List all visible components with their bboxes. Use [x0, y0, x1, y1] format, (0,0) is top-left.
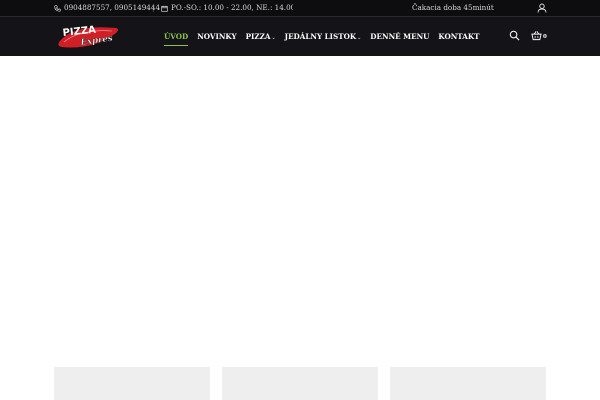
- opening-hours-text: PO.-SO.: 10.00 - 22.00, NE.: 14.00 - 22.…: [171, 3, 293, 12]
- top-bar: 0904887557, 0905149444 | PO.-SO.: 10.00 …: [0, 0, 600, 16]
- main-menu: ÚVOD NOVINKY PIZZA⌄ JEDÁLNY LISTOK⌄ DENN…: [164, 17, 488, 56]
- user-icon[interactable]: [537, 3, 547, 13]
- nav-item-label: JEDÁLNY LISTOK: [284, 32, 357, 41]
- nav-item-label: NOVINKY: [197, 32, 237, 41]
- calendar-icon: [161, 5, 168, 12]
- phone-numbers: 0904887557, 0905149444: [64, 3, 161, 12]
- opening-hours: PO.-SO.: 10.00 - 22.00, NE.: 14.00 - 22.…: [161, 0, 293, 16]
- card-placeholder[interactable]: [54, 367, 210, 400]
- nav-item-label: PIZZA: [245, 32, 271, 41]
- card-placeholder[interactable]: [222, 367, 378, 400]
- chevron-down-icon: ⌄: [271, 35, 276, 41]
- basket-icon[interactable]: [531, 30, 542, 41]
- main-navbar: PIZZA Expres ÚVOD NOVINKY PIZZA⌄ JEDÁLNY…: [0, 17, 600, 56]
- nav-item-uvod[interactable]: ÚVOD: [164, 17, 189, 56]
- cart-count-badge: 0: [543, 34, 547, 40]
- wait-time: Čakacia doba 45minút: [412, 3, 494, 12]
- pizza-expres-logo[interactable]: PIZZA Expres: [54, 21, 124, 51]
- phone-icon: [54, 4, 61, 12]
- nav-item-jedalny-listok[interactable]: JEDÁLNY LISTOK⌄: [285, 17, 362, 56]
- topbar-separator: |: [152, 3, 155, 12]
- nav-item-pizza[interactable]: PIZZA⌄: [246, 17, 276, 56]
- phone-info[interactable]: 0904887557, 0905149444: [54, 0, 160, 16]
- chevron-down-icon: ⌄: [357, 35, 362, 41]
- nav-item-label: KONTAKT: [438, 32, 480, 41]
- nav-item-kontakt[interactable]: KONTAKT: [438, 17, 479, 56]
- nav-item-label: ÚVOD: [164, 32, 189, 41]
- card-placeholder[interactable]: [390, 367, 546, 400]
- nav-item-denne-menu[interactable]: DENNÉ MENU: [370, 17, 429, 56]
- content-cards: [0, 367, 600, 400]
- nav-item-label: DENNÉ MENU: [370, 32, 430, 41]
- nav-item-novinky[interactable]: NOVINKY: [197, 17, 236, 56]
- search-icon[interactable]: [509, 30, 520, 41]
